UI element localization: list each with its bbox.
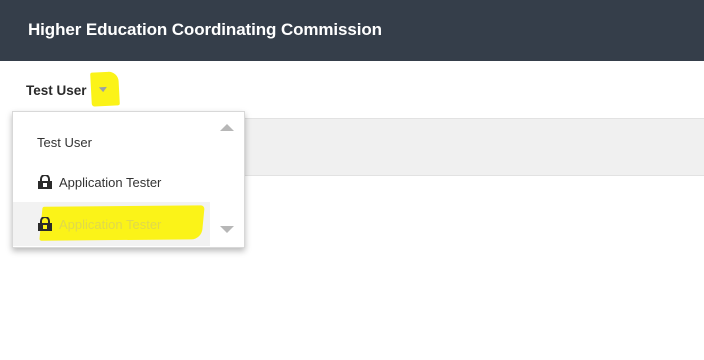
user-dropdown-menu: Test User Application Tester Application…: [12, 111, 245, 248]
dropdown-list: Test User Application Tester Application…: [13, 112, 211, 247]
triangle-up-icon[interactable]: [220, 124, 234, 131]
dropdown-item-label: Test User: [37, 134, 92, 150]
caret-highlight-mark[interactable]: [89, 71, 120, 107]
page: Higher Education Coordinating Commission…: [0, 0, 704, 360]
top-header-bar: Higher Education Coordinating Commission: [0, 0, 704, 61]
triangle-down-icon[interactable]: [220, 226, 234, 233]
dropdown-item-test-user[interactable]: Test User: [13, 122, 211, 162]
dropdown-item-application-tester[interactable]: Application Tester: [13, 162, 211, 202]
dropdown-scrollbar[interactable]: [210, 112, 244, 247]
app-title: Higher Education Coordinating Commission: [28, 19, 382, 39]
dropdown-item-label: Application Tester: [59, 216, 162, 232]
user-menu-toggle[interactable]: Test User: [26, 71, 120, 107]
chevron-down-icon[interactable]: [98, 86, 107, 93]
dropdown-item-label: Application Tester: [59, 174, 162, 190]
lock-badge-icon: [37, 217, 53, 231]
lock-badge-icon: [37, 175, 53, 189]
current-user-name[interactable]: Test User: [26, 83, 87, 98]
user-bar: Test User: [0, 61, 704, 118]
